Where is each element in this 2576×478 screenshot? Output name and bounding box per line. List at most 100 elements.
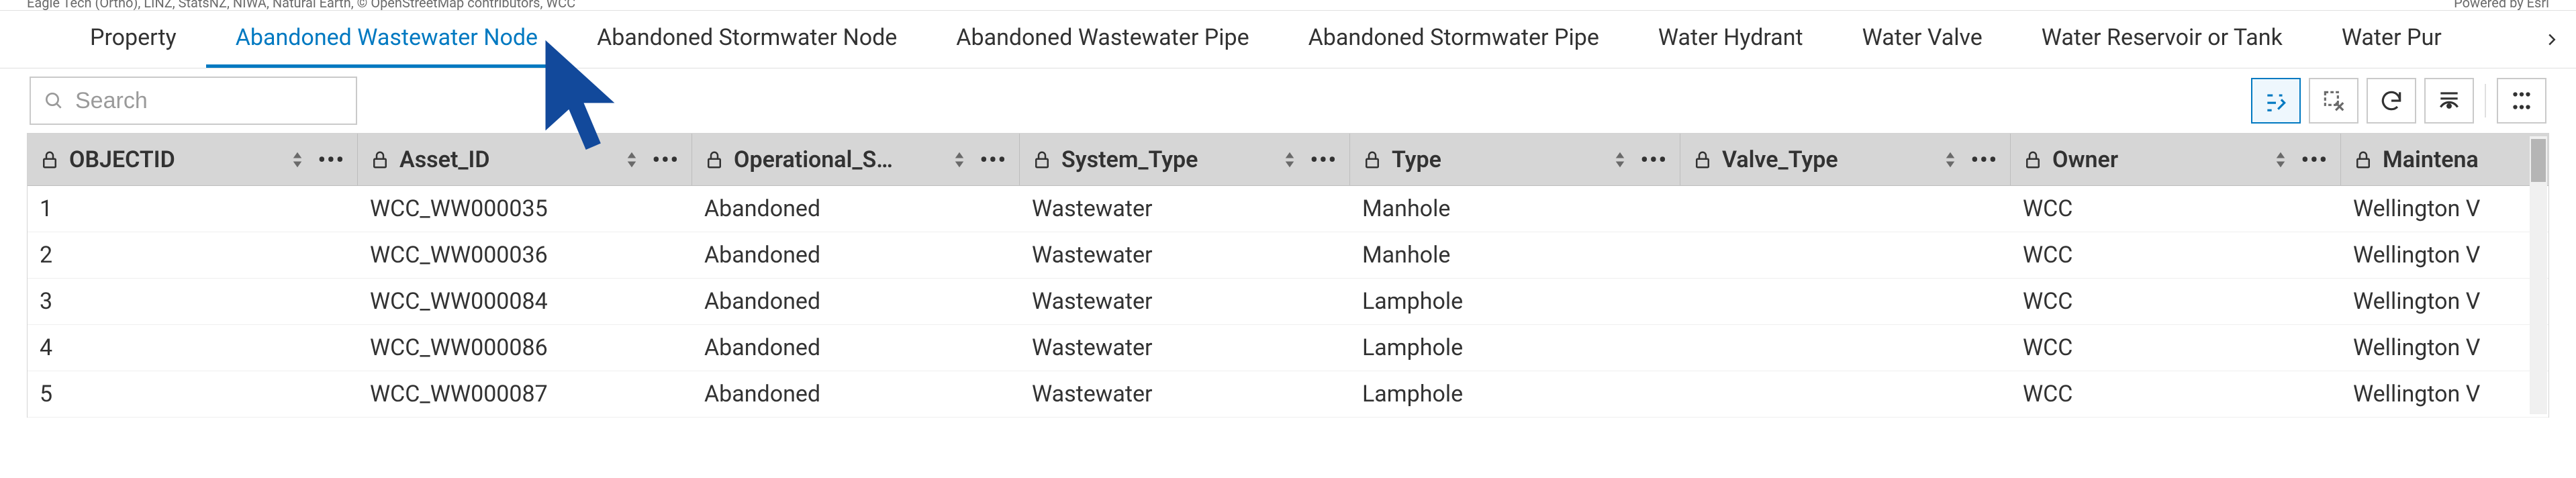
cell-obj: 5 [28,381,358,408]
tab-abandoned-stormwater-node[interactable]: Abandoned Stormwater Node [567,11,926,68]
cell-type: Lamphole [1350,334,1680,361]
attribute-table: OBJECTID•••Asset_ID•••Operational_S…•••S… [27,133,2549,418]
tab-label: Water Pur [2342,24,2442,51]
column-header-valve[interactable]: Valve_Type ••• [1680,134,2011,185]
refresh-icon [2379,88,2404,113]
cell-type: Manhole [1350,195,1680,222]
tab-label: Water Hydrant [1658,24,1803,51]
tab-abandoned-wastewater-node[interactable]: Abandoned Wastewater Node [206,11,567,68]
column-label: Type [1392,146,1441,173]
cell-ops: Abandoned [692,195,1020,222]
lock-icon [2353,150,2373,170]
tab-label: Abandoned Wastewater Pipe [956,24,1249,51]
tab-water-pur[interactable]: Water Pur [2312,11,2471,68]
tab-label: Abandoned Stormwater Node [597,24,897,51]
table-row[interactable]: 5WCC_WW000087AbandonedWastewaterLamphole… [28,371,2548,418]
column-header-maint[interactable]: Maintena [2341,134,2502,185]
tab-label: Water Valve [1862,24,1983,51]
sort-icon[interactable] [2273,150,2288,170]
cell-obj: 4 [28,334,358,361]
column-menu-icon[interactable]: ••• [1641,147,1668,173]
sort-icon[interactable] [1613,150,1627,170]
tab-abandoned-wastewater-pipe[interactable]: Abandoned Wastewater Pipe [926,11,1278,68]
column-menu-icon[interactable]: ••• [1310,147,1338,173]
column-label: Operational_S… [734,146,893,173]
column-menu-icon[interactable]: ••• [318,147,346,173]
table-body: 1WCC_WW000035AbandonedWastewaterManholeW… [28,186,2548,418]
lock-icon [370,150,390,170]
column-menu-icon[interactable]: ••• [980,147,1008,173]
filter-by-selection-button[interactable] [2251,78,2301,124]
tab-water-valve[interactable]: Water Valve [1833,11,2012,68]
cell-asset: WCC_WW000084 [358,288,692,315]
cell-owner: WCC [2011,334,2341,361]
cell-maint: Wellington V [2341,195,2502,222]
filter-by-selection-icon [2263,88,2289,113]
search-box[interactable] [30,77,357,125]
cell-owner: WCC [2011,288,2341,315]
column-header-asset[interactable]: Asset_ID••• [358,134,692,185]
search-icon [43,90,64,111]
show-hide-columns-button[interactable] [2424,78,2474,124]
cell-ops: Abandoned [692,381,1020,408]
search-input[interactable] [75,88,344,114]
cell-maint: Wellington V [2341,381,2502,408]
cell-sys: Wastewater [1020,288,1350,315]
sort-icon[interactable] [952,150,967,170]
column-header-obj[interactable]: OBJECTID••• [28,134,358,185]
tab-water-hydrant[interactable]: Water Hydrant [1629,11,1833,68]
table-row[interactable]: 3WCC_WW000084AbandonedWastewaterLamphole… [28,279,2548,325]
attribution-left: Eagle Tech (Ortho), LINZ, StatsNZ, NIWA,… [27,0,575,10]
chevron-right-icon [2542,30,2562,50]
cell-obj: 1 [28,195,358,222]
tab-label: Abandoned Stormwater Pipe [1308,24,1599,51]
column-header-sys[interactable]: System_Type••• [1020,134,1350,185]
tab-abandoned-stormwater-pipe[interactable]: Abandoned Stormwater Pipe [1279,11,1629,68]
show-hide-columns-icon [2436,88,2462,113]
tab-water-reservoir-or-tank[interactable]: Water Reservoir or Tank [2012,11,2312,68]
layer-tabs: Property Abandoned Wastewater Node Abandon… [0,11,2576,68]
column-headers-row: OBJECTID•••Asset_ID•••Operational_S…•••S… [28,134,2548,186]
app-launcher-icon [2509,88,2534,113]
refresh-button[interactable] [2367,78,2416,124]
clear-selection-icon [2321,88,2346,113]
map-attribution-bar: Eagle Tech (Ortho), LINZ, StatsNZ, NIWA,… [0,0,2576,11]
column-header-type[interactable]: Type ••• [1350,134,1680,185]
column-label: Valve_Type [1722,146,1838,173]
sort-icon[interactable] [624,150,639,170]
tab-label: Property [90,24,177,51]
table-toolbar [0,68,2576,133]
column-label: Owner [2052,146,2118,173]
cell-sys: Wastewater [1020,195,1350,222]
lock-icon [1032,150,1052,170]
toolbar-separator [2485,84,2486,117]
lock-icon [2023,150,2043,170]
cell-obj: 2 [28,242,358,269]
column-menu-icon[interactable]: ••• [653,147,680,173]
column-menu-icon[interactable]: ••• [1971,147,1999,173]
cell-owner: WCC [2011,195,2341,222]
clear-selection-button[interactable] [2309,78,2358,124]
vertical-scrollbar[interactable] [2530,136,2547,414]
table-row[interactable]: 2WCC_WW000036AbandonedWastewaterManholeW… [28,232,2548,279]
column-menu-icon[interactable]: ••• [2301,147,2329,173]
tabs-scroll-right-button[interactable] [2533,11,2571,68]
column-header-owner[interactable]: Owner ••• [2011,134,2341,185]
sort-icon[interactable] [1943,150,1958,170]
sort-icon[interactable] [290,150,305,170]
cell-owner: WCC [2011,381,2341,408]
cell-maint: Wellington V [2341,288,2502,315]
attribution-right: Powered by Esri [2454,0,2549,10]
sort-icon[interactable] [1282,150,1297,170]
lock-icon [40,150,60,170]
tab-property[interactable]: Property [60,11,206,68]
scrollbar-thumb[interactable] [2531,139,2546,182]
lock-icon [1362,150,1382,170]
column-header-ops[interactable]: Operational_S… ••• [692,134,1020,185]
cell-asset: WCC_WW000036 [358,242,692,269]
table-row[interactable]: 4WCC_WW000086AbandonedWastewaterLamphole… [28,325,2548,371]
table-row[interactable]: 1WCC_WW000035AbandonedWastewaterManholeW… [28,186,2548,232]
app-launcher-button[interactable] [2497,78,2546,124]
cell-maint: Wellington V [2341,334,2502,361]
cell-ops: Abandoned [692,334,1020,361]
